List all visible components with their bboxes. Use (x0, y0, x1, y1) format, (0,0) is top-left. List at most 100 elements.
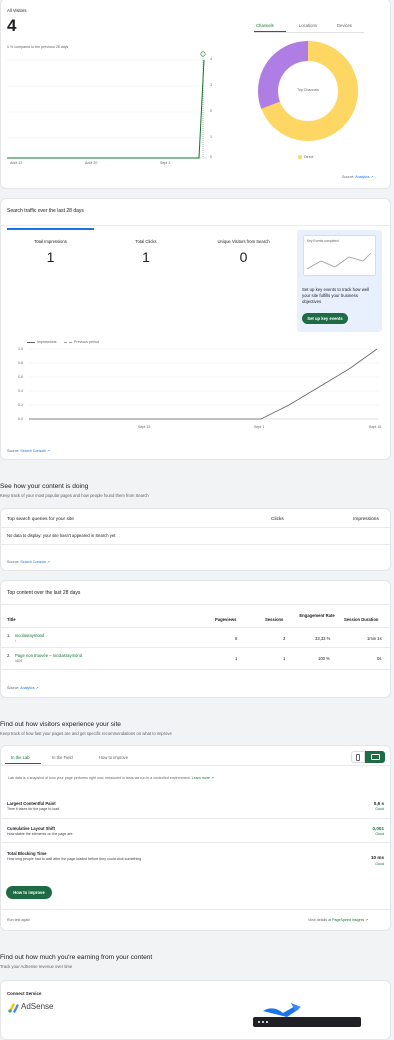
metric-clicks-value: 1 (142, 249, 150, 265)
adsense-card: Connect Service AdSense (0, 980, 391, 1040)
metric-tbt-rating: Good (375, 862, 384, 866)
external-link-icon[interactable]: ↗ (47, 449, 50, 453)
tab-devices[interactable]: Devices (337, 23, 352, 28)
external-link-icon[interactable]: ↗ (211, 776, 214, 780)
key-events-promo: Key Events completed Set up key events t… (297, 230, 382, 332)
visitors-comparison: 0 % compared to the previous 28 days (7, 45, 69, 49)
visitors-line-chart (7, 51, 207, 159)
how-to-improve-button[interactable]: How to improve (6, 886, 52, 899)
col-title[interactable]: Title (7, 617, 16, 622)
top-content-title: Top content over the last 28 days (7, 590, 81, 596)
source-label: Source: (7, 686, 20, 690)
queries-title: Top search queries for your site (7, 517, 74, 522)
earnings-section-subtitle: Track your AdSense revenue over time (0, 964, 73, 969)
source-label: Source: (342, 175, 355, 179)
legend-direct: Direct (304, 155, 314, 159)
adsense-illustration (253, 1003, 361, 1027)
metric-impressions-value: 1 (46, 249, 55, 265)
metric-cls-desc: How stable the elements on the page are (7, 832, 73, 836)
row-sessions: 3 (283, 636, 286, 641)
learn-more-link[interactable]: Learn more (192, 776, 210, 780)
external-link-icon[interactable]: ↗ (47, 560, 50, 564)
source-label: Source: (7, 560, 20, 564)
search-console-link[interactable]: Search Console (20, 560, 46, 564)
phone-icon (356, 753, 360, 761)
visitors-y-tick: 1 (210, 135, 212, 139)
tab-in-the-field[interactable]: In the Field (52, 755, 73, 760)
row-title-link[interactable]: Page non trouvée – nicolasraymond (15, 653, 82, 658)
tab-how-to-improve[interactable]: How to improve (99, 755, 128, 760)
col-pageviews[interactable]: Pageviews (215, 617, 236, 622)
traffic-y-tick: 0.4 (18, 389, 23, 393)
search-console-link[interactable]: Search Console (20, 449, 46, 453)
run-test-again-link[interactable]: Run test again (7, 918, 30, 922)
experience-section-subtitle: Keep track of how fast your pages are an… (0, 731, 172, 736)
tab-channels[interactable]: Channels (256, 23, 274, 28)
traffic-y-tick: 0.8 (18, 361, 23, 365)
row-engagement: 33,33 % (315, 636, 331, 641)
row-index: 2. (7, 653, 11, 658)
traffic-y-tick: 0.6 (18, 375, 23, 379)
external-link-icon[interactable]: ↗ (371, 175, 374, 179)
visitors-title: All Visitors (7, 8, 27, 13)
tab-in-the-lab[interactable]: In the Lab (11, 755, 30, 760)
illustration-art (253, 1003, 361, 1027)
impressions-series-line (29, 348, 378, 420)
series-marker-icon (200, 51, 206, 57)
external-link-icon[interactable]: ↗ (365, 918, 368, 922)
metric-tbt-value: 10 ms (370, 855, 384, 860)
connect-service-label: Connect Service (7, 991, 42, 996)
pagespeed-link[interactable]: PageSpeed Insights (332, 918, 364, 922)
search-traffic-title: Search traffic over the last 28 days (7, 208, 84, 214)
col-engagement[interactable]: Engagement Rate (297, 613, 337, 618)
row-title-link[interactable]: nicolasraymond (15, 633, 44, 638)
analytics-link[interactable]: Analytics (355, 175, 369, 179)
metric-visitors-label[interactable]: Unique Visitors from Search (196, 239, 291, 244)
tab-locations[interactable]: Locations (299, 23, 317, 28)
metric-cls-rating: Good (375, 832, 384, 836)
row-path: / (15, 639, 16, 643)
desktop-icon (370, 754, 380, 760)
visitors-x-tick: Août 13 (10, 161, 23, 165)
promo-mini-chart (307, 252, 372, 270)
col-impressions[interactable]: Impressions (353, 517, 379, 522)
col-duration[interactable]: Session Duration (344, 617, 378, 622)
col-sessions[interactable]: Sessions (265, 617, 283, 622)
legend-previous: Previous period (74, 340, 99, 344)
legend-impressions: Impressions (37, 340, 57, 344)
set-up-key-events-button[interactable]: Set up key events (302, 313, 348, 324)
mobile-toggle[interactable] (351, 751, 365, 763)
external-link-icon[interactable]: ↗ (36, 686, 39, 690)
row-duration: 0s (377, 656, 382, 661)
promo-text: Set up key events to track how well your… (302, 287, 370, 304)
metric-clicks-label[interactable]: Total Clicks (101, 239, 191, 244)
promo-thumb-title: Key Events completed (307, 239, 339, 243)
row-engagement: 100 % (318, 656, 330, 661)
content-section-subtitle: Keep track of your most popular pages an… (0, 493, 149, 498)
traffic-x-tick: Sept 1 (254, 425, 265, 429)
donut-center-label: Top Channels (297, 88, 319, 92)
metric-impressions-label[interactable]: Total Impressions (7, 239, 94, 244)
analytics-link[interactable]: Analytics (20, 686, 34, 690)
metric-cls-name: Cumulative Layout Shift (7, 826, 55, 831)
desktop-toggle[interactable] (365, 751, 385, 763)
view-details-text: View details at (308, 918, 332, 922)
visitors-y-tick: 2 (210, 109, 212, 113)
legend-dot-icon (298, 155, 302, 159)
search-traffic-card: Search traffic over the last 28 days Tot… (0, 198, 392, 460)
metric-selected-indicator (7, 228, 94, 230)
traffic-y-tick: 1.0 (18, 347, 23, 351)
traffic-y-tick: 0.0 (18, 417, 23, 421)
row-pageviews: 1 (235, 656, 238, 661)
earnings-section-title: Find out how much you're earning from yo… (0, 954, 153, 961)
metric-lcp-name: Largest Contentful Paint (7, 801, 56, 806)
all-visitors-card: All Visitors 4 0 % compared to the previ… (0, 0, 391, 189)
row-index: 1. (7, 633, 11, 638)
visitors-series-line (7, 59, 205, 159)
metric-tbt-name: Total Blocking Time (7, 851, 47, 856)
top-queries-card: Top search queries for your site Clicks … (0, 508, 392, 571)
metric-cls-value: 0,001 (372, 826, 385, 831)
lab-data-text: Lab data is a snapshot of how your page … (8, 776, 191, 780)
col-clicks[interactable]: Clicks (271, 517, 284, 522)
visitors-x-tick: Sept 3 (160, 161, 171, 165)
